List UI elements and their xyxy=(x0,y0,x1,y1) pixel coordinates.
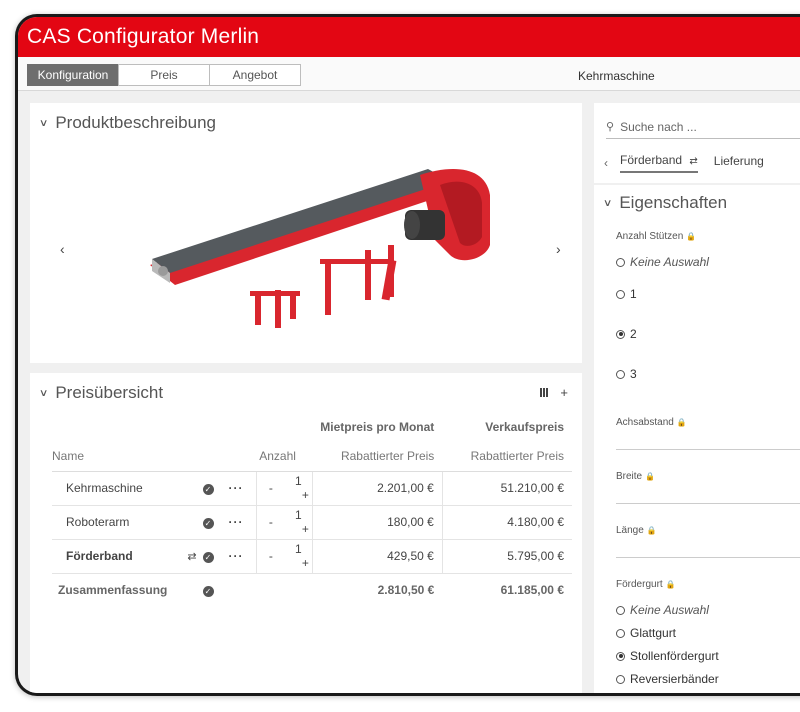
summary-row: Zusammenfassung ✓ 2.810,50 € 61.185,00 € xyxy=(52,573,572,607)
more-icon[interactable]: ··· xyxy=(228,515,243,529)
more-icon[interactable]: ··· xyxy=(228,481,243,495)
laenge-input[interactable] xyxy=(616,557,800,558)
panel-title: Preisübersicht xyxy=(55,383,164,402)
product-description-header[interactable]: ∨ Produktbeschreibung xyxy=(38,113,216,133)
qty-minus-button[interactable]: - xyxy=(269,481,273,495)
table-row: Förderband ⇄ ✓ ··· - 1 + 429,50 € 5.795,… xyxy=(52,539,572,574)
summary-sale: 61.185,00 € xyxy=(500,583,564,598)
achsabstand-label: Achsabstand 🔒 xyxy=(616,417,687,428)
row-name: Kehrmaschine xyxy=(52,471,177,506)
price-overview-panel: ∨ Preisübersicht + Mietpreis pro Monat V… xyxy=(30,373,582,693)
tab-angebot[interactable]: Angebot xyxy=(209,64,301,86)
chevron-down-icon: ∨ xyxy=(602,197,613,209)
radio-anzahl-2[interactable]: 2 xyxy=(616,327,637,341)
row-rent: 2.201,00 € xyxy=(312,471,443,506)
row-sale: 51.210,00 € xyxy=(441,471,572,506)
row-sale: 4.180,00 € xyxy=(441,505,572,540)
achsabstand-input[interactable] xyxy=(616,449,800,450)
product-description-panel: ∨ Produktbeschreibung ‹ › xyxy=(30,103,582,363)
breite-input[interactable] xyxy=(616,503,800,504)
qty-minus-button[interactable]: - xyxy=(269,549,273,563)
tab-bar: Konfiguration Preis Angebot Kehrmaschine xyxy=(18,57,800,91)
properties-header[interactable]: ∨ Eigenschaften xyxy=(602,193,728,213)
tab-preis[interactable]: Preis xyxy=(118,64,210,86)
search-input[interactable]: ⚲ Suche nach ... xyxy=(606,115,800,139)
col-name-header: Name xyxy=(52,441,177,472)
summary-name: Zusammenfassung xyxy=(58,583,168,598)
radio-anzahl-3[interactable]: 3 xyxy=(616,367,637,381)
search-icon: ⚲ xyxy=(606,121,615,133)
rent-group-header: Mietpreis pro Monat xyxy=(320,420,435,434)
lock-icon: 🔒 xyxy=(676,418,687,427)
lock-icon: 🔒 xyxy=(645,472,656,481)
more-icon[interactable]: ··· xyxy=(228,549,243,563)
chevron-left-icon[interactable]: ‹ xyxy=(604,156,608,170)
row-rent: 429,50 € xyxy=(312,539,443,574)
col-qty-header: Anzahl xyxy=(228,441,313,472)
chevron-down-icon: ∨ xyxy=(38,117,49,129)
qty-value[interactable]: 1 xyxy=(295,542,302,556)
swap-icon: ⇄ xyxy=(689,156,698,167)
radio-anzahl-1[interactable]: 1 xyxy=(616,287,637,301)
panel-title: Produktbeschreibung xyxy=(55,113,216,132)
row-name: Förderband xyxy=(52,539,177,574)
col-sale-header: Rabattierter Preis xyxy=(442,441,572,472)
table-row: Kehrmaschine ✓ ··· - 1 + 2.201,00 € 51.2… xyxy=(52,471,572,506)
price-table: Mietpreis pro Monat Verkaufspreis Name A… xyxy=(52,413,572,607)
summary-rent: 2.810,50 € xyxy=(377,583,435,598)
sale-group-header: Verkaufspreis xyxy=(485,420,564,434)
breadcrumb-item-lieferung[interactable]: Lieferung xyxy=(714,154,764,172)
chevron-right-icon[interactable]: › xyxy=(556,241,561,257)
title-bar: CAS Configurator Merlin xyxy=(18,17,800,57)
tab-konfiguration[interactable]: Konfiguration xyxy=(27,64,119,86)
add-icon[interactable]: + xyxy=(560,385,568,400)
qty-plus-button[interactable]: + xyxy=(302,556,309,570)
navigation-panel: ⚲ Suche nach ... ‹ Förderband ⇄ Lieferun… xyxy=(594,103,800,183)
panel-title: Eigenschaften xyxy=(619,193,728,212)
check-circle-icon: ✓ xyxy=(202,484,214,495)
app-title: CAS Configurator Merlin xyxy=(27,25,260,48)
conveyor-image xyxy=(150,169,490,328)
product-name: Kehrmaschine xyxy=(578,69,655,83)
properties-panel: ∨ Eigenschaften Anzahl Stützen 🔒 Keine Au… xyxy=(594,185,800,693)
chevron-down-icon: ∨ xyxy=(38,387,49,399)
breadcrumb: ‹ Förderband ⇄ Lieferung xyxy=(604,153,780,173)
qty-plus-button[interactable]: + xyxy=(302,522,309,536)
price-overview-header[interactable]: ∨ Preisübersicht xyxy=(38,383,164,403)
check-circle-icon: ✓ xyxy=(202,518,214,529)
qty-value[interactable]: 1 xyxy=(295,508,302,522)
check-circle-icon: ✓ xyxy=(202,586,214,598)
chevron-left-icon[interactable]: ‹ xyxy=(60,241,65,257)
radio-gurt-glattgurt[interactable]: Glattgurt xyxy=(616,626,676,640)
radio-gurt-reversier[interactable]: Reversierbänder xyxy=(616,672,719,686)
columns-icon[interactable] xyxy=(540,387,549,397)
anzahl-stuetzen-label: Anzahl Stützen 🔒 xyxy=(616,231,697,242)
radio-gurt-keine[interactable]: Keine Auswahl xyxy=(616,603,709,617)
qty-minus-button[interactable]: - xyxy=(269,515,273,529)
search-placeholder: Suche nach ... xyxy=(620,119,697,134)
lock-icon: 🔒 xyxy=(686,232,697,241)
row-name: Roboterarm xyxy=(52,505,177,540)
radio-anzahl-keine[interactable]: Keine Auswahl xyxy=(616,255,709,269)
breadcrumb-item-foerderband[interactable]: Förderband ⇄ xyxy=(620,153,698,173)
qty-plus-button[interactable]: + xyxy=(302,488,309,502)
radio-gurt-stollen[interactable]: Stollenfördergurt xyxy=(616,649,719,663)
lock-icon: 🔒 xyxy=(665,580,676,589)
app-window: CAS Configurator Merlin Konfiguration Pr… xyxy=(15,14,800,696)
laenge-label: Länge 🔒 xyxy=(616,525,657,536)
breite-label: Breite 🔒 xyxy=(616,471,656,482)
row-rent: 180,00 € xyxy=(312,505,443,540)
col-rent-header: Rabattierter Preis xyxy=(312,441,443,472)
table-row: Roboterarm ✓ ··· - 1 + 180,00 € 4.180,00… xyxy=(52,505,572,540)
swap-icon[interactable]: ⇄ xyxy=(187,551,196,563)
foerdergurt-label: Fördergurt 🔒 xyxy=(616,579,676,590)
qty-value[interactable]: 1 xyxy=(295,474,302,488)
check-circle-icon: ✓ xyxy=(202,552,214,563)
lock-icon: 🔒 xyxy=(646,526,657,535)
row-sale: 5.795,00 € xyxy=(441,539,572,574)
